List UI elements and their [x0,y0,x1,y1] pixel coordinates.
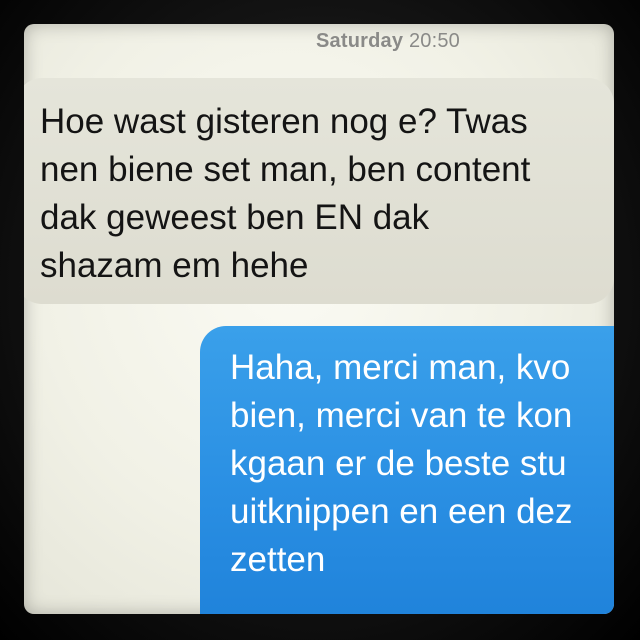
outgoing-message-bubble[interactable]: Haha, merci man, kvo bien, merci van te … [200,326,614,614]
message-thread[interactable]: Saturday 20:50 Hoe wast gisteren nog e? … [24,24,614,614]
incoming-message-bubble[interactable]: Hoe wast gisteren nog e? Twas nen biene … [24,78,614,304]
incoming-message-text: Hoe wast gisteren nog e? Twas nen biene … [40,102,531,285]
photo-frame: Saturday 20:50 Hoe wast gisteren nog e? … [0,0,640,640]
message-timestamp: Saturday 20:50 [316,30,460,53]
outgoing-message-text: Haha, merci man, kvo bien, merci van te … [230,348,573,579]
timestamp-day: Saturday [316,30,404,52]
timestamp-time: 20:50 [408,30,461,52]
